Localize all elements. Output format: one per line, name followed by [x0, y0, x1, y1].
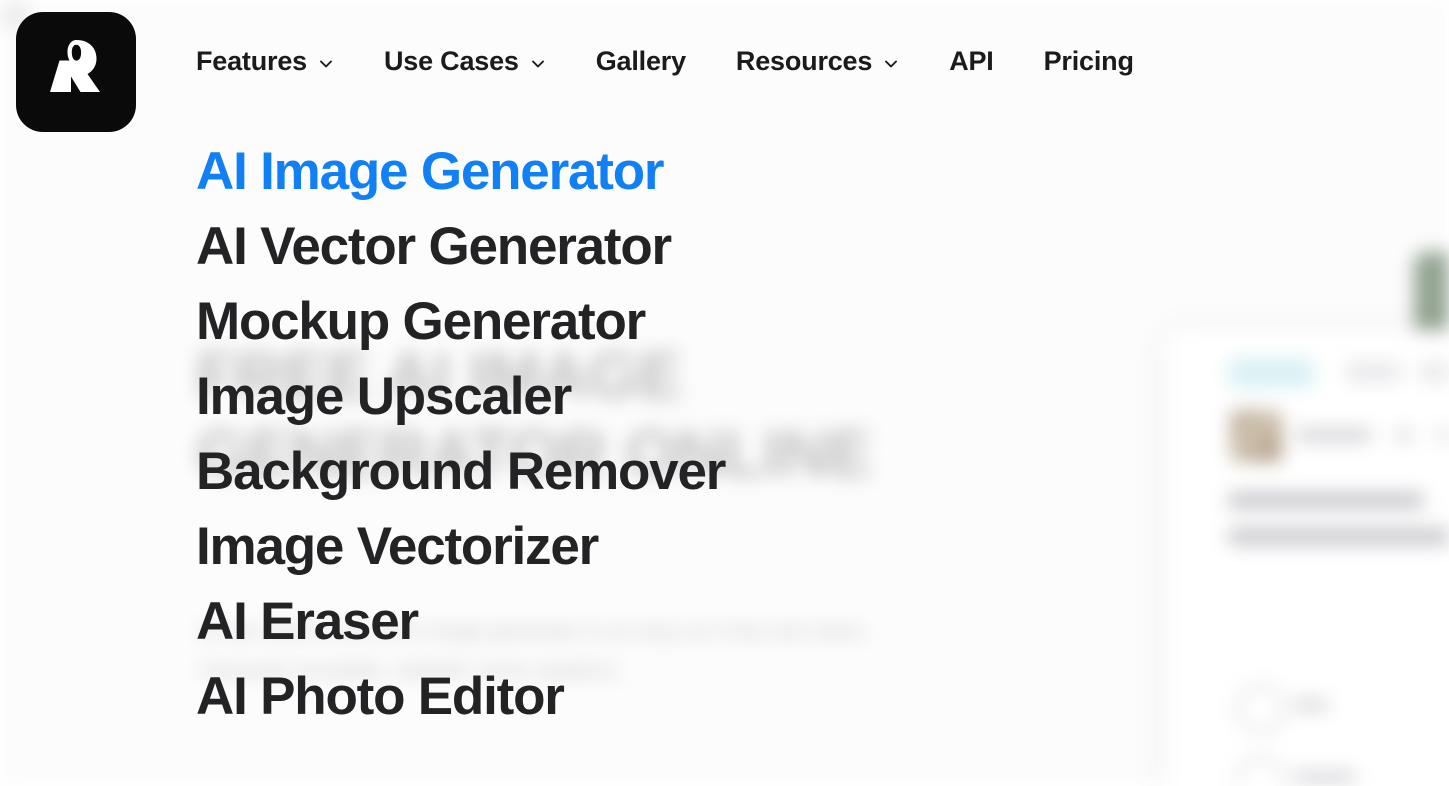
nav-item-label: Pricing — [1043, 46, 1134, 76]
nav-item-use-cases[interactable]: Use Cases — [384, 46, 570, 77]
nav-item-label: Use Cases — [383, 46, 519, 76]
chevron-down-icon — [318, 56, 334, 72]
page-root: Features Use Cases Gallery Resources API… — [0, 0, 1449, 786]
nav-item-pricing[interactable]: Pricing — [1044, 46, 1158, 77]
menu-item-image-upscaler[interactable]: Image Upscaler — [196, 359, 1096, 434]
chevron-down-icon — [530, 56, 546, 72]
features-dropdown-menu: AI Image Generator AI Vector Generator M… — [196, 134, 1096, 734]
brand-logo[interactable] — [16, 12, 136, 132]
main-navigation: Features Use Cases Gallery Resources API… — [196, 46, 1158, 77]
nav-item-label: Gallery — [595, 46, 686, 76]
menu-item-ai-vector-generator[interactable]: AI Vector Generator — [196, 209, 1096, 284]
site-header: Features Use Cases Gallery Resources API… — [0, 0, 1449, 144]
nav-item-label: Resources — [735, 46, 873, 76]
menu-item-image-vectorizer[interactable]: Image Vectorizer — [196, 509, 1096, 584]
menu-item-background-remover[interactable]: Background Remover — [196, 434, 1096, 509]
nav-item-label: Features — [196, 46, 307, 76]
nav-item-label: API — [949, 46, 994, 76]
nav-item-api[interactable]: API — [949, 46, 1017, 77]
menu-item-mockup-generator[interactable]: Mockup Generator — [196, 284, 1096, 359]
nav-item-features[interactable]: Features — [196, 46, 358, 77]
chevron-down-icon — [883, 56, 899, 72]
menu-item-ai-image-generator[interactable]: AI Image Generator — [196, 134, 1096, 209]
menu-item-ai-photo-editor[interactable]: AI Photo Editor — [196, 659, 1096, 734]
nav-item-resources[interactable]: Resources — [736, 46, 923, 77]
nav-item-gallery[interactable]: Gallery — [596, 46, 710, 77]
menu-item-ai-eraser[interactable]: AI Eraser — [196, 584, 1096, 659]
recraft-r-logo-icon — [38, 34, 114, 110]
